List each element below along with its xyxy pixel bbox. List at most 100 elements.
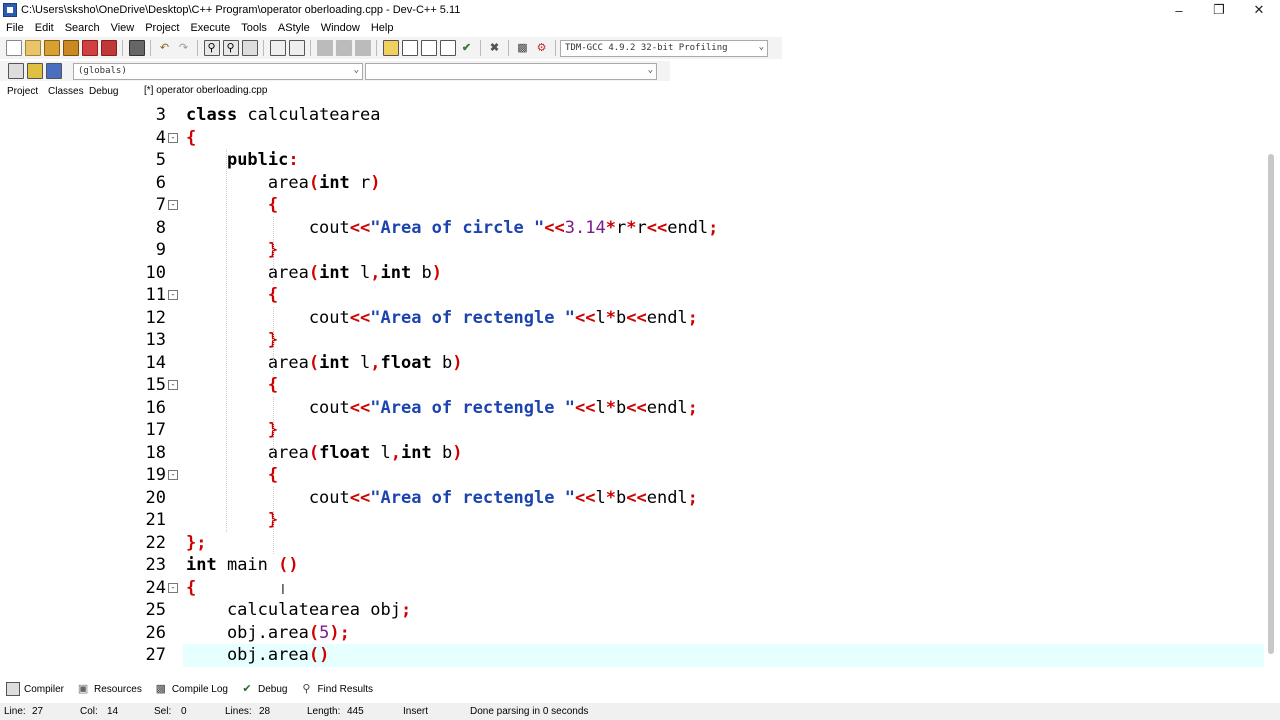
code-line: cout<<"Area of rectengle "<<l*b<<endl;: [186, 307, 698, 328]
code-line: {: [186, 127, 197, 148]
menu-view[interactable]: View: [105, 22, 140, 34]
line-number: 13: [145, 330, 166, 350]
tab-debug-output[interactable]: ✔ Debug: [240, 682, 287, 696]
line-number: 6: [155, 172, 166, 193]
scrollbar-thumb[interactable]: [1268, 154, 1274, 654]
profile-chart-icon[interactable]: ▩: [515, 40, 531, 56]
chevron-down-icon: ⌄: [758, 41, 764, 52]
menu-execute[interactable]: Execute: [184, 22, 235, 34]
fold-toggle-icon[interactable]: -: [168, 132, 178, 143]
bookmark-icon[interactable]: [354, 40, 371, 56]
insert-code-icon[interactable]: [7, 63, 24, 79]
compiler-select[interactable]: TDM-GCC 4.9.2 32-bit Profiling ⌄: [560, 39, 768, 57]
code-line: area(int l,int b): [186, 262, 442, 283]
menu-edit[interactable]: Edit: [29, 22, 59, 34]
code-line: cout<<"Area of circle "<<3.14*r*r<<endl;: [186, 217, 719, 238]
line-number: 16: [145, 397, 166, 418]
code-editor[interactable]: class calculatearea{ public: area(int r)…: [183, 104, 1264, 672]
unindent-icon[interactable]: [288, 40, 305, 56]
symbol-select[interactable]: ⌄: [365, 62, 657, 80]
print-icon[interactable]: [128, 40, 145, 56]
debug-icon[interactable]: ⚙: [534, 40, 550, 56]
app-icon: [3, 3, 17, 17]
new-file-icon[interactable]: [5, 40, 22, 56]
close-file-icon[interactable]: [81, 40, 98, 56]
close-all-icon[interactable]: [100, 40, 117, 56]
save-all-icon[interactable]: [62, 40, 79, 56]
fold-toggle-icon[interactable]: -: [168, 290, 178, 300]
tab-find-results[interactable]: ⚲ Find Results: [299, 682, 373, 696]
menu-bar: File Edit Search View Project Execute To…: [0, 20, 1280, 36]
save-icon[interactable]: [43, 40, 60, 56]
tab-debug-label: Debug: [257, 683, 288, 695]
code-line: class calculatearea: [186, 105, 381, 125]
file-tab[interactable]: [*] operator oberloading.cpp: [140, 85, 271, 96]
status-line-label: Line:: [4, 706, 26, 717]
line-number: 4: [155, 127, 166, 148]
goto-declaration-icon[interactable]: [26, 63, 43, 79]
menu-tools[interactable]: Tools: [235, 22, 272, 34]
compiler-select-value: TDM-GCC 4.9.2 32-bit Profiling: [565, 43, 728, 53]
open-file-icon[interactable]: [24, 40, 41, 56]
project-panel[interactable]: [0, 100, 133, 678]
redo-icon[interactable]: ↷: [176, 40, 192, 56]
tab-debug[interactable]: Debug: [89, 86, 118, 97]
fold-toggle-icon[interactable]: -: [168, 380, 178, 390]
indent-icon[interactable]: [269, 40, 286, 56]
line-number: 20: [145, 487, 166, 508]
status-line-value: 27: [32, 706, 44, 717]
menu-project[interactable]: Project: [139, 22, 184, 34]
chart-icon: ▩: [155, 683, 167, 695]
scope-select-value: (globals): [78, 66, 127, 76]
code-line: }: [267, 240, 279, 260]
line-number: 27: [145, 645, 166, 665]
line-number: 9: [155, 240, 166, 260]
fold-toggle-icon[interactable]: -: [168, 582, 178, 593]
code-line: calculatearea obj;: [186, 600, 412, 620]
code-line: }: [267, 420, 279, 440]
menu-search[interactable]: Search: [59, 22, 105, 34]
stop-execution-icon[interactable]: ✖: [487, 40, 503, 56]
indent-guide: [273, 486, 274, 554]
line-number: 3: [155, 105, 166, 125]
toggle-comment-icon[interactable]: [316, 40, 333, 56]
menu-window[interactable]: Window: [315, 22, 365, 34]
tab-compile-log[interactable]: ▩ Compile Log: [154, 682, 228, 696]
tab-classes[interactable]: Classes: [48, 86, 84, 97]
tab-compiler[interactable]: Compiler: [6, 682, 64, 696]
replace-icon[interactable]: ⚲: [222, 40, 239, 56]
code-line: cout<<"Area of rectengle "<<l*b<<endl;: [186, 397, 698, 418]
code-line: {: [267, 465, 279, 485]
line-number: 8: [155, 217, 166, 238]
code-line: area(int l,float b): [186, 352, 463, 373]
tab-resources[interactable]: ▣ Resources: [76, 682, 142, 696]
goto-line-icon[interactable]: [241, 40, 258, 56]
uncomment-icon[interactable]: [335, 40, 352, 56]
class-toolbar: (globals) ⌄ ⌄: [0, 61, 670, 81]
menu-astyle[interactable]: AStyle: [272, 22, 315, 34]
tab-project[interactable]: Project: [7, 86, 38, 97]
compile-run-icon[interactable]: [420, 40, 437, 56]
check-syntax-icon[interactable]: ✔: [459, 40, 475, 56]
code-line: public:: [226, 150, 299, 170]
close-icon[interactable]: ✕: [1236, 0, 1280, 20]
undo-icon[interactable]: ↶: [157, 40, 173, 56]
code-line: area(int r): [186, 172, 381, 193]
fold-toggle-icon[interactable]: -: [168, 200, 178, 210]
run-icon[interactable]: [401, 40, 418, 56]
editor-scrollbar[interactable]: [1264, 104, 1280, 672]
line-number: 24: [145, 577, 166, 598]
find-icon[interactable]: ⚲: [203, 40, 220, 56]
title-bar: C:\Users\sksho\OneDrive\Desktop\C++ Prog…: [0, 0, 1280, 20]
fold-toggle-icon[interactable]: -: [168, 470, 178, 480]
line-number-gutter[interactable]: 3 4-5 6 7-8 9 10 11-12 13 14 15-16 17 18 19-20 21 22 23…: [133, 104, 183, 672]
scope-select[interactable]: (globals) ⌄: [73, 62, 363, 80]
line-number: 12: [145, 307, 166, 328]
bookmark-toggle-icon[interactable]: [45, 63, 62, 79]
rebuild-icon[interactable]: [439, 40, 456, 56]
code-line: int main (): [186, 555, 299, 575]
menu-help[interactable]: Help: [365, 22, 399, 34]
compile-icon[interactable]: [382, 40, 399, 56]
line-number: 25: [145, 600, 166, 620]
menu-file[interactable]: File: [0, 22, 29, 34]
